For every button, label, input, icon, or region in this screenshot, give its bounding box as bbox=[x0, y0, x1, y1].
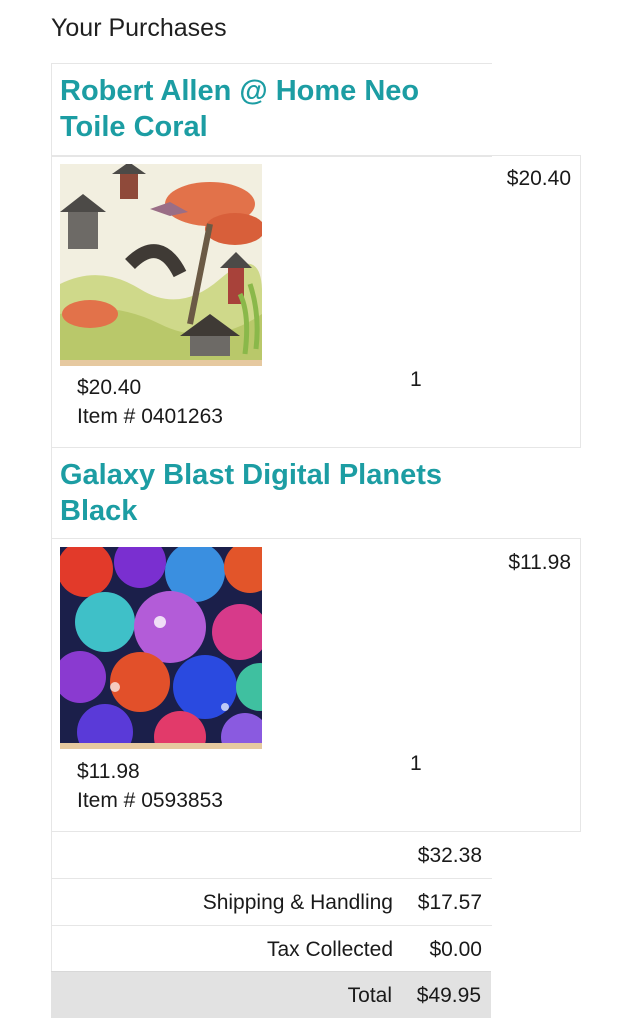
item-title[interactable]: Galaxy Blast Digital Planets Black bbox=[60, 457, 480, 529]
tax-value: $0.00 bbox=[429, 938, 482, 961]
shipping-value: $17.57 bbox=[417, 891, 482, 914]
item-quantity: 1 bbox=[410, 368, 422, 391]
item-unit-price: $20.40 bbox=[77, 376, 142, 399]
total-row: Total $49.95 bbox=[51, 971, 491, 1018]
shipping-label: Shipping & Handling bbox=[202, 891, 393, 914]
item-number: Item # 0401263 bbox=[77, 405, 223, 428]
subtotal-value: $32.38 bbox=[417, 844, 482, 867]
item-line-total: $20.40 bbox=[506, 167, 571, 190]
total-value: $49.95 bbox=[416, 984, 481, 1007]
shipping-row: Shipping & Handling $17.57 bbox=[51, 878, 492, 925]
item-unit-price: $11.98 bbox=[77, 760, 140, 783]
subtotal-row: $32.38 bbox=[51, 831, 492, 878]
tax-row: Tax Collected $0.00 bbox=[51, 925, 492, 972]
total-label: Total bbox=[347, 984, 392, 1007]
product-thumbnail[interactable] bbox=[60, 547, 262, 749]
item-title[interactable]: Robert Allen @ Home Neo Toile Coral bbox=[60, 73, 480, 145]
product-thumbnail[interactable] bbox=[60, 164, 262, 366]
neo-toile-swatch-image bbox=[60, 164, 262, 366]
galaxy-blast-swatch-image bbox=[60, 547, 262, 749]
item-quantity: 1 bbox=[410, 752, 422, 775]
item-line-total: $11.98 bbox=[508, 551, 571, 574]
tax-label: Tax Collected bbox=[266, 938, 393, 961]
item-number: Item # 0593853 bbox=[77, 789, 223, 812]
page-title: Your Purchases bbox=[51, 14, 227, 42]
